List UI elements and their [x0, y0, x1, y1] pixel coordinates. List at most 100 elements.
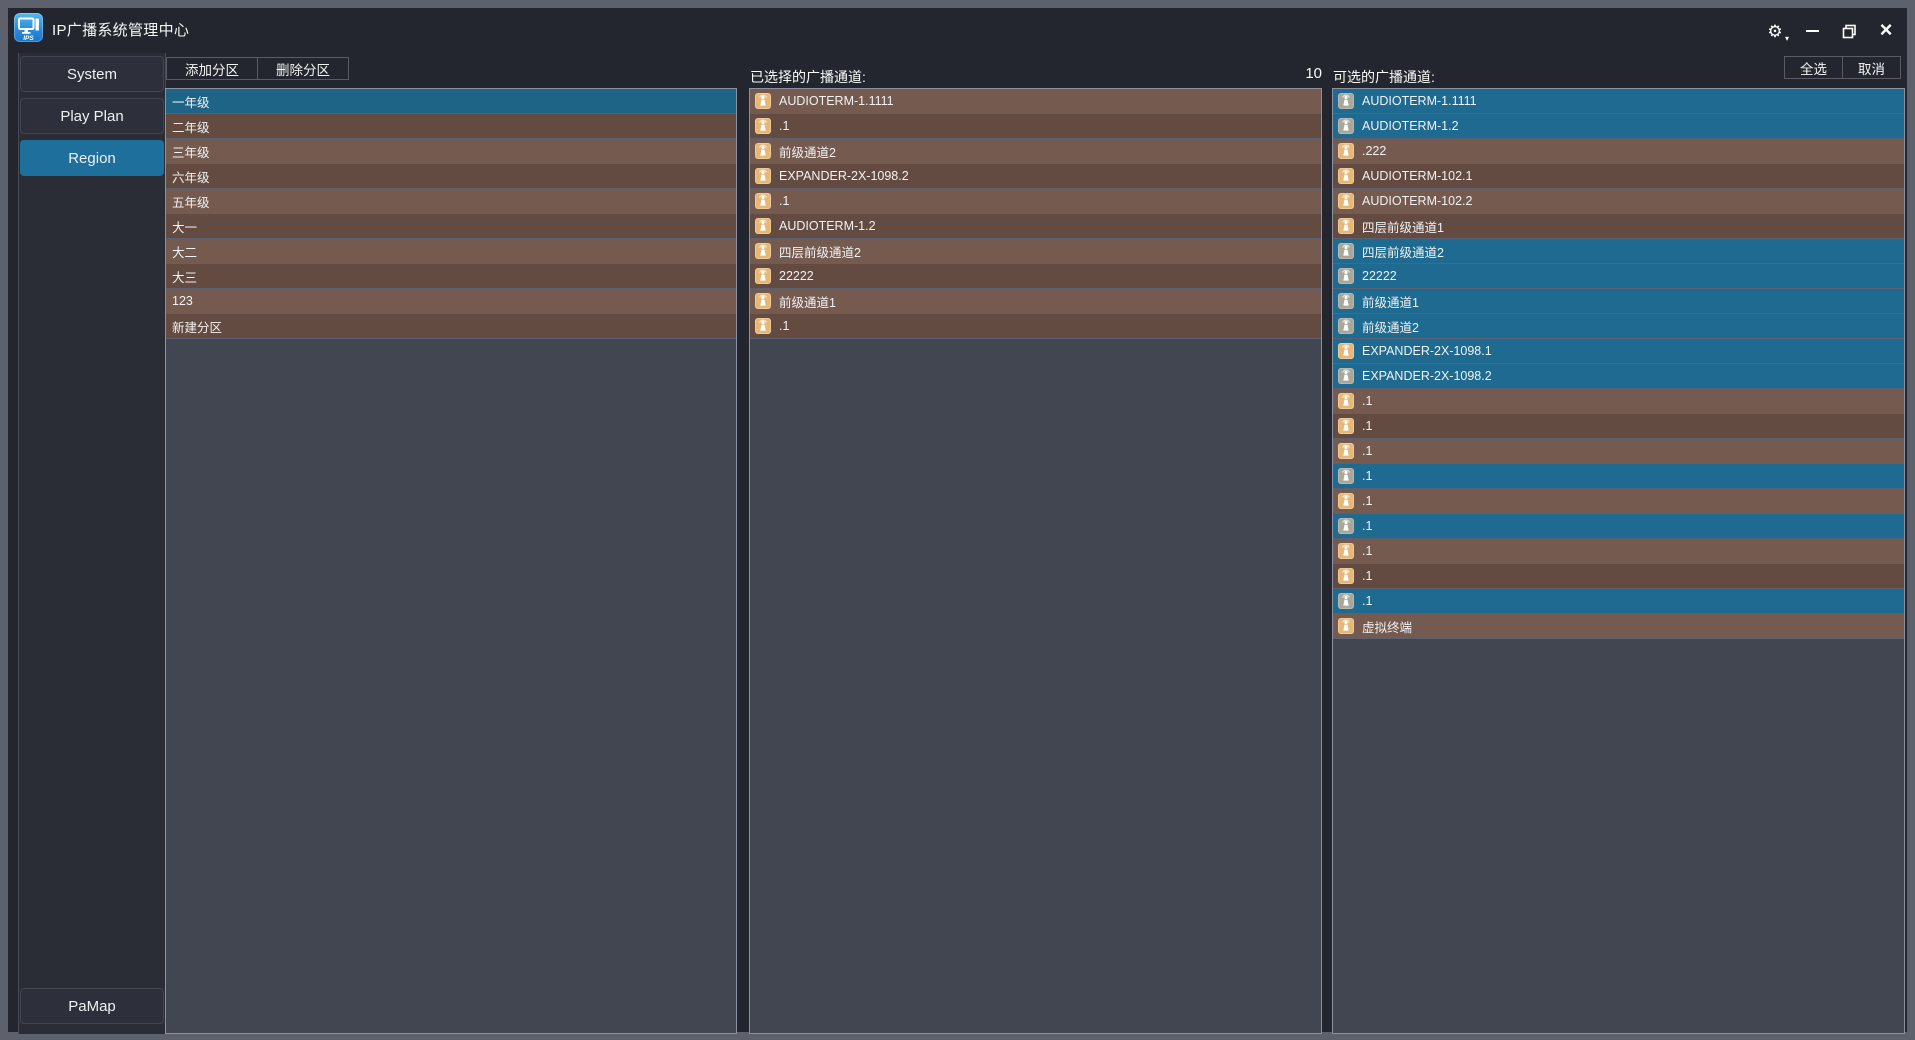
row-label: 大二 [172, 245, 198, 260]
row-label: 新建分区 [172, 320, 223, 335]
cancel-button[interactable]: 取消 [1842, 56, 1901, 79]
row-label: 前级通道2 [1362, 320, 1419, 335]
channel-icon [1338, 268, 1354, 284]
selected-channel-row[interactable]: .1 [750, 189, 1321, 214]
settings-gear-icon[interactable]: ⚙ ▾ [1764, 20, 1789, 44]
available-channels-panel: AUDIOTERM-1.1111 AUDIOTERM-1.2 .222 AUDIOTE… [1332, 88, 1905, 1034]
selected-channels-list[interactable]: AUDIOTERM-1.1111 .1 前级通道2 EXPANDER-2X-1098.… [750, 89, 1321, 339]
selected-channel-row[interactable]: 22222 [750, 264, 1321, 289]
selected-channel-row[interactable]: .1 [750, 314, 1321, 339]
available-channel-row[interactable]: 四层前级通道1 [1333, 214, 1904, 239]
row-label: 一年级 [172, 95, 210, 110]
available-channel-row[interactable]: AUDIOTERM-1.1111 [1333, 89, 1904, 114]
add-partition-button[interactable]: 添加分区 [166, 57, 258, 80]
row-label: .1 [1362, 444, 1373, 458]
available-channels-header: 可选的广播通道: [1333, 69, 1435, 85]
available-channel-row[interactable]: .1 [1333, 389, 1904, 414]
channel-icon [755, 193, 771, 209]
window-controls: ⚙ ▾ × [1764, 17, 1897, 44]
available-channel-row[interactable]: .1 [1333, 539, 1904, 564]
row-label: 三年级 [172, 145, 210, 160]
region-row[interactable]: 一年级 [166, 89, 736, 114]
available-channel-row[interactable]: .1 [1333, 414, 1904, 439]
row-label: .1 [1362, 519, 1373, 533]
region-list[interactable]: 一年级二年级三年级六年级五年级大一大二大三 123 新建分区 [166, 89, 736, 339]
row-label: .1 [1362, 419, 1373, 433]
minimize-button[interactable] [1801, 20, 1823, 42]
region-row[interactable]: 三年级 [166, 139, 736, 164]
available-channel-row[interactable]: 虚拟终端 [1333, 614, 1904, 639]
channel-icon [1338, 218, 1354, 234]
row-label: 五年级 [172, 195, 210, 210]
selected-channel-row[interactable]: AUDIOTERM-1.2 [750, 214, 1321, 239]
restore-button[interactable] [1838, 20, 1860, 42]
available-channel-row[interactable]: .1 [1333, 589, 1904, 614]
channel-icon [1338, 143, 1354, 159]
region-row[interactable]: 六年级 [166, 164, 736, 189]
region-row[interactable]: 五年级 [166, 189, 736, 214]
row-label: 22222 [1362, 269, 1397, 283]
close-button[interactable]: × [1875, 17, 1897, 42]
delete-partition-button[interactable]: 删除分区 [257, 57, 349, 80]
available-channel-row[interactable]: EXPANDER-2X-1098.2 [1333, 364, 1904, 389]
channel-icon [1338, 618, 1354, 634]
region-row[interactable]: 大一 [166, 214, 736, 239]
selected-channel-row[interactable]: 四层前级通道2 [750, 239, 1321, 264]
channel-icon [755, 268, 771, 284]
row-label: .1 [1362, 569, 1373, 583]
restore-icon [1842, 24, 1856, 38]
available-channel-row[interactable]: AUDIOTERM-102.2 [1333, 189, 1904, 214]
available-channel-row[interactable]: EXPANDER-2X-1098.1 [1333, 339, 1904, 364]
channel-icon [1338, 593, 1354, 609]
selected-channel-row[interactable]: 前级通道2 [750, 139, 1321, 164]
close-icon: × [1879, 17, 1893, 42]
channel-icon [1338, 543, 1354, 559]
row-label: EXPANDER-2X-1098.2 [1362, 369, 1492, 383]
row-label: .1 [1362, 469, 1373, 483]
channel-icon [755, 318, 771, 334]
channel-icon [1338, 393, 1354, 409]
available-channel-row[interactable]: AUDIOTERM-1.2 [1333, 114, 1904, 139]
channel-icon [755, 118, 771, 134]
region-row[interactable]: 123 [166, 289, 736, 314]
available-channel-row[interactable]: .1 [1333, 439, 1904, 464]
sidebar-item-play-plan[interactable]: Play Plan [20, 98, 164, 134]
channel-icon [755, 243, 771, 259]
row-label: 四层前级通道1 [1362, 220, 1444, 235]
channel-icon [1338, 443, 1354, 459]
available-channel-row[interactable]: AUDIOTERM-102.1 [1333, 164, 1904, 189]
row-label: 前级通道1 [1362, 295, 1419, 310]
channel-icon [1338, 493, 1354, 509]
region-list-panel: 一年级二年级三年级六年级五年级大一大二大三 123 新建分区 [165, 88, 737, 1034]
sidebar-item-system[interactable]: System [20, 56, 164, 92]
row-label: EXPANDER-2X-1098.2 [779, 169, 909, 183]
sidebar [18, 53, 166, 1034]
available-channel-row[interactable]: 前级通道2 [1333, 314, 1904, 339]
available-channel-row[interactable]: .1 [1333, 489, 1904, 514]
available-channel-row[interactable]: .1 [1333, 464, 1904, 489]
available-channels-list[interactable]: AUDIOTERM-1.1111 AUDIOTERM-1.2 .222 AUDIOTE… [1333, 89, 1904, 639]
available-channel-row[interactable]: 前级通道1 [1333, 289, 1904, 314]
select-all-button[interactable]: 全选 [1784, 56, 1843, 79]
selected-channel-row[interactable]: AUDIOTERM-1.1111 [750, 89, 1321, 114]
row-label: .1 [1362, 544, 1373, 558]
channel-icon [1338, 318, 1354, 334]
region-row[interactable]: 新建分区 [166, 314, 736, 339]
available-channel-row[interactable]: .1 [1333, 514, 1904, 539]
selected-channel-row[interactable]: 前级通道1 [750, 289, 1321, 314]
selected-channel-row[interactable]: EXPANDER-2X-1098.2 [750, 164, 1321, 189]
region-row[interactable]: 二年级 [166, 114, 736, 139]
region-row[interactable]: 大三 [166, 264, 736, 289]
available-channel-row[interactable]: .222 [1333, 139, 1904, 164]
sidebar-item-pamap[interactable]: PaMap [20, 988, 164, 1024]
row-label: 四层前级通道2 [779, 245, 861, 260]
region-row[interactable]: 大二 [166, 239, 736, 264]
selected-channels-panel: AUDIOTERM-1.1111 .1 前级通道2 EXPANDER-2X-1098.… [749, 88, 1322, 1034]
row-label: 二年级 [172, 120, 210, 135]
available-channel-row[interactable]: 四层前级通道2 [1333, 239, 1904, 264]
available-channel-row[interactable]: 22222 [1333, 264, 1904, 289]
available-channel-row[interactable]: .1 [1333, 564, 1904, 589]
sidebar-item-region[interactable]: Region [20, 140, 164, 176]
selected-channel-row[interactable]: .1 [750, 114, 1321, 139]
row-label: 123 [172, 294, 193, 308]
